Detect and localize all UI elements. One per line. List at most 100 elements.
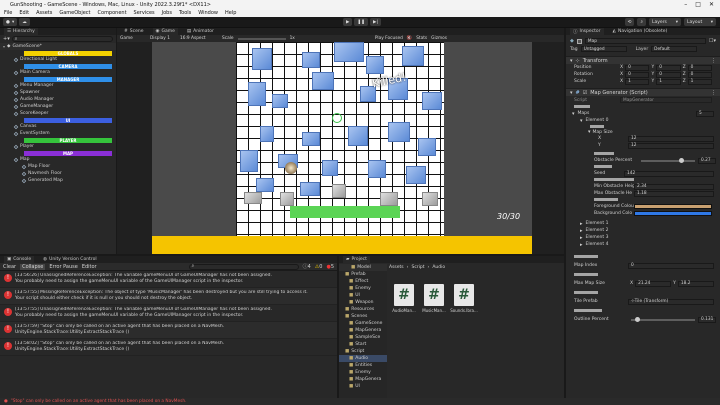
status-bar[interactable]: ● "Stop" can only be called on an active… bbox=[0, 398, 720, 405]
console-search-input[interactable]: ⌕ bbox=[188, 263, 299, 270]
tab-navigation[interactable]: ◭ Navigation (Obsolete) bbox=[610, 28, 671, 35]
folder-row[interactable]: ■ UI bbox=[339, 292, 387, 299]
folder-row[interactable]: ■ Prefab bbox=[339, 271, 387, 278]
console-log-entry[interactable]: ! [13:57:55] MissingReferenceException: T… bbox=[0, 288, 337, 305]
expand-arrow-icon[interactable]: ▾ bbox=[580, 118, 583, 124]
menu-edit[interactable]: Edit bbox=[19, 10, 29, 16]
max-y-field[interactable]: 18.2 bbox=[677, 280, 714, 287]
console-info-count[interactable]: ⓘ4 bbox=[303, 263, 311, 270]
hierarchy-item[interactable]: ScoreKeeper bbox=[0, 110, 116, 117]
folder-row[interactable]: ■ GameScene bbox=[339, 320, 387, 327]
folder-row[interactable]: ■ SampleSce bbox=[339, 334, 387, 341]
console-log-entry[interactable]: ! [13:57:55] UnassignedReferenceException… bbox=[0, 305, 337, 322]
menu-assets[interactable]: Assets bbox=[36, 10, 52, 16]
close-icon[interactable]: ✕ bbox=[709, 1, 714, 8]
asset-file[interactable]: # MusicMan... bbox=[422, 284, 446, 313]
menu-services[interactable]: Services bbox=[134, 10, 155, 16]
gizmos-button[interactable]: Gizmos bbox=[431, 36, 447, 41]
expand-arrow-icon[interactable]: ▸ bbox=[580, 235, 583, 241]
scale-slider[interactable] bbox=[237, 37, 286, 40]
tab-inspector[interactable]: ⓘ Inspector bbox=[570, 28, 604, 35]
background-color-swatch[interactable] bbox=[634, 211, 712, 216]
tag-dropdown[interactable]: Untagged bbox=[580, 46, 627, 52]
breadcrumb-script[interactable]: Script bbox=[411, 265, 424, 270]
game-mode-dropdown[interactable]: Game bbox=[120, 36, 146, 41]
map-index-field[interactable]: 0 bbox=[628, 262, 714, 269]
stats-button[interactable]: Stats bbox=[416, 36, 427, 41]
play-focused-dropdown[interactable]: Play Focused bbox=[375, 36, 403, 41]
foreground-color-swatch[interactable] bbox=[634, 204, 712, 209]
scale-z-field[interactable]: 1 bbox=[687, 78, 713, 85]
layer-dropdown[interactable]: Default bbox=[651, 46, 698, 52]
scene-row[interactable]: ▾ ◆ GameScene* bbox=[0, 43, 116, 50]
clear-button[interactable]: Clear bbox=[3, 264, 16, 270]
active-checkbox[interactable] bbox=[576, 38, 582, 44]
folder-row[interactable]: ■ Weapon bbox=[339, 299, 387, 306]
game-viewport[interactable]: Killed! 30/30 bbox=[152, 42, 532, 254]
menu-help[interactable]: Help bbox=[225, 10, 236, 16]
hierarchy-item[interactable]: Map bbox=[0, 156, 116, 163]
scale-x-field[interactable]: 1 bbox=[625, 78, 650, 85]
more-icon[interactable]: ⋮ bbox=[711, 90, 720, 96]
hierarchy-item[interactable]: Directional Light bbox=[0, 56, 116, 63]
folder-row[interactable]: ■ Scenes bbox=[339, 313, 387, 320]
scale-y-field[interactable]: 1 bbox=[656, 78, 681, 85]
component-checkbox[interactable]: ☑ bbox=[583, 90, 587, 96]
rotation-z-field[interactable]: 0 bbox=[687, 71, 713, 78]
pause-button[interactable]: ❚❚ bbox=[354, 18, 369, 26]
map-element-row[interactable]: ▸ Element 1 bbox=[566, 220, 720, 227]
position-z-field[interactable]: 0 bbox=[687, 64, 713, 71]
tab-console[interactable]: ▣ Console bbox=[4, 256, 35, 263]
tab-hierarchy[interactable]: ☰ Hierarchy bbox=[4, 28, 38, 35]
hierarchy-search-input[interactable]: ⌕ bbox=[11, 36, 113, 42]
outline-percent-slider[interactable] bbox=[631, 316, 695, 322]
console-warn-count[interactable]: ⚠0 bbox=[315, 264, 323, 270]
map-element-row[interactable]: ▸ Element 3 bbox=[566, 234, 720, 241]
folder-row[interactable]: ■ Effect bbox=[339, 278, 387, 285]
play-button[interactable]: ▶ bbox=[343, 18, 353, 26]
map-element-row[interactable]: ▸ Element 4 bbox=[566, 241, 720, 248]
hierarchy-item[interactable]: Menu Manager bbox=[0, 82, 116, 89]
rotation-x-field[interactable]: 0 bbox=[625, 71, 650, 78]
error-pause-toggle[interactable]: Error Pause bbox=[49, 264, 77, 270]
menu-tools[interactable]: Tools bbox=[179, 10, 191, 16]
console-log-entry[interactable]: ! [13:56:26] UnassignedReferenceException… bbox=[0, 271, 337, 288]
seed-field[interactable]: 142 bbox=[624, 170, 714, 177]
hierarchy-item[interactable]: Generated Map bbox=[0, 177, 116, 184]
hierarchy-item[interactable]: Main Camera bbox=[0, 69, 116, 76]
tab-animator[interactable]: ▤ Animator bbox=[184, 28, 217, 35]
hierarchy-item[interactable]: Map Floor bbox=[0, 163, 116, 170]
hierarchy-item[interactable]: Player bbox=[0, 143, 116, 150]
step-button[interactable]: ▶| bbox=[370, 18, 381, 26]
collapse-toggle[interactable]: Collapse bbox=[20, 263, 46, 270]
map-size-y-field[interactable]: 12 bbox=[628, 142, 714, 149]
menu-jobs[interactable]: Jobs bbox=[162, 10, 172, 16]
map-size-x-field[interactable]: 12 bbox=[628, 135, 714, 142]
max-x-field[interactable]: 21.24 bbox=[635, 280, 672, 287]
expand-arrow-icon[interactable]: ▸ bbox=[580, 221, 583, 227]
obstacle-percent-slider[interactable] bbox=[641, 157, 695, 163]
map-generator-header[interactable]: ▾ # ☑ Map Generator (Script) ⋮ bbox=[566, 88, 720, 96]
hierarchy-item[interactable]: Navmesh Floor bbox=[0, 170, 116, 177]
folder-row[interactable]: ■ Enemy bbox=[339, 369, 387, 376]
mute-icon[interactable]: 🔇 bbox=[407, 36, 412, 41]
menu-file[interactable]: File bbox=[4, 10, 12, 16]
folder-row[interactable]: ■ Start bbox=[339, 341, 387, 348]
display-dropdown[interactable]: Display 1 bbox=[150, 36, 176, 41]
console-error-count[interactable]: ●5 bbox=[326, 264, 334, 270]
expand-arrow-icon[interactable]: ▾ bbox=[572, 111, 575, 117]
rotation-y-field[interactable]: 0 bbox=[656, 71, 681, 78]
asset-file[interactable]: # Sounds.lbra... bbox=[450, 284, 478, 313]
element-0-row[interactable]: ▾ Element 0 bbox=[566, 117, 720, 124]
cloud-button[interactable]: ☁ bbox=[19, 18, 30, 26]
map-element-row[interactable]: ▸ Element 2 bbox=[566, 227, 720, 234]
maps-row[interactable]: ▾ Maps 5 bbox=[566, 110, 720, 117]
position-y-field[interactable]: 0 bbox=[656, 64, 681, 71]
menu-window[interactable]: Window bbox=[198, 10, 218, 16]
folder-row[interactable]: ■ Entities bbox=[339, 362, 387, 369]
folder-row[interactable]: ■ MapGenera bbox=[339, 376, 387, 383]
transform-header[interactable]: ▾ ⊹ Transform ⋮ bbox=[566, 56, 720, 64]
slider-handle[interactable] bbox=[679, 157, 684, 163]
static-checkbox[interactable]: ☐▾ bbox=[709, 38, 716, 44]
add-icon[interactable]: +▾ bbox=[3, 36, 10, 42]
